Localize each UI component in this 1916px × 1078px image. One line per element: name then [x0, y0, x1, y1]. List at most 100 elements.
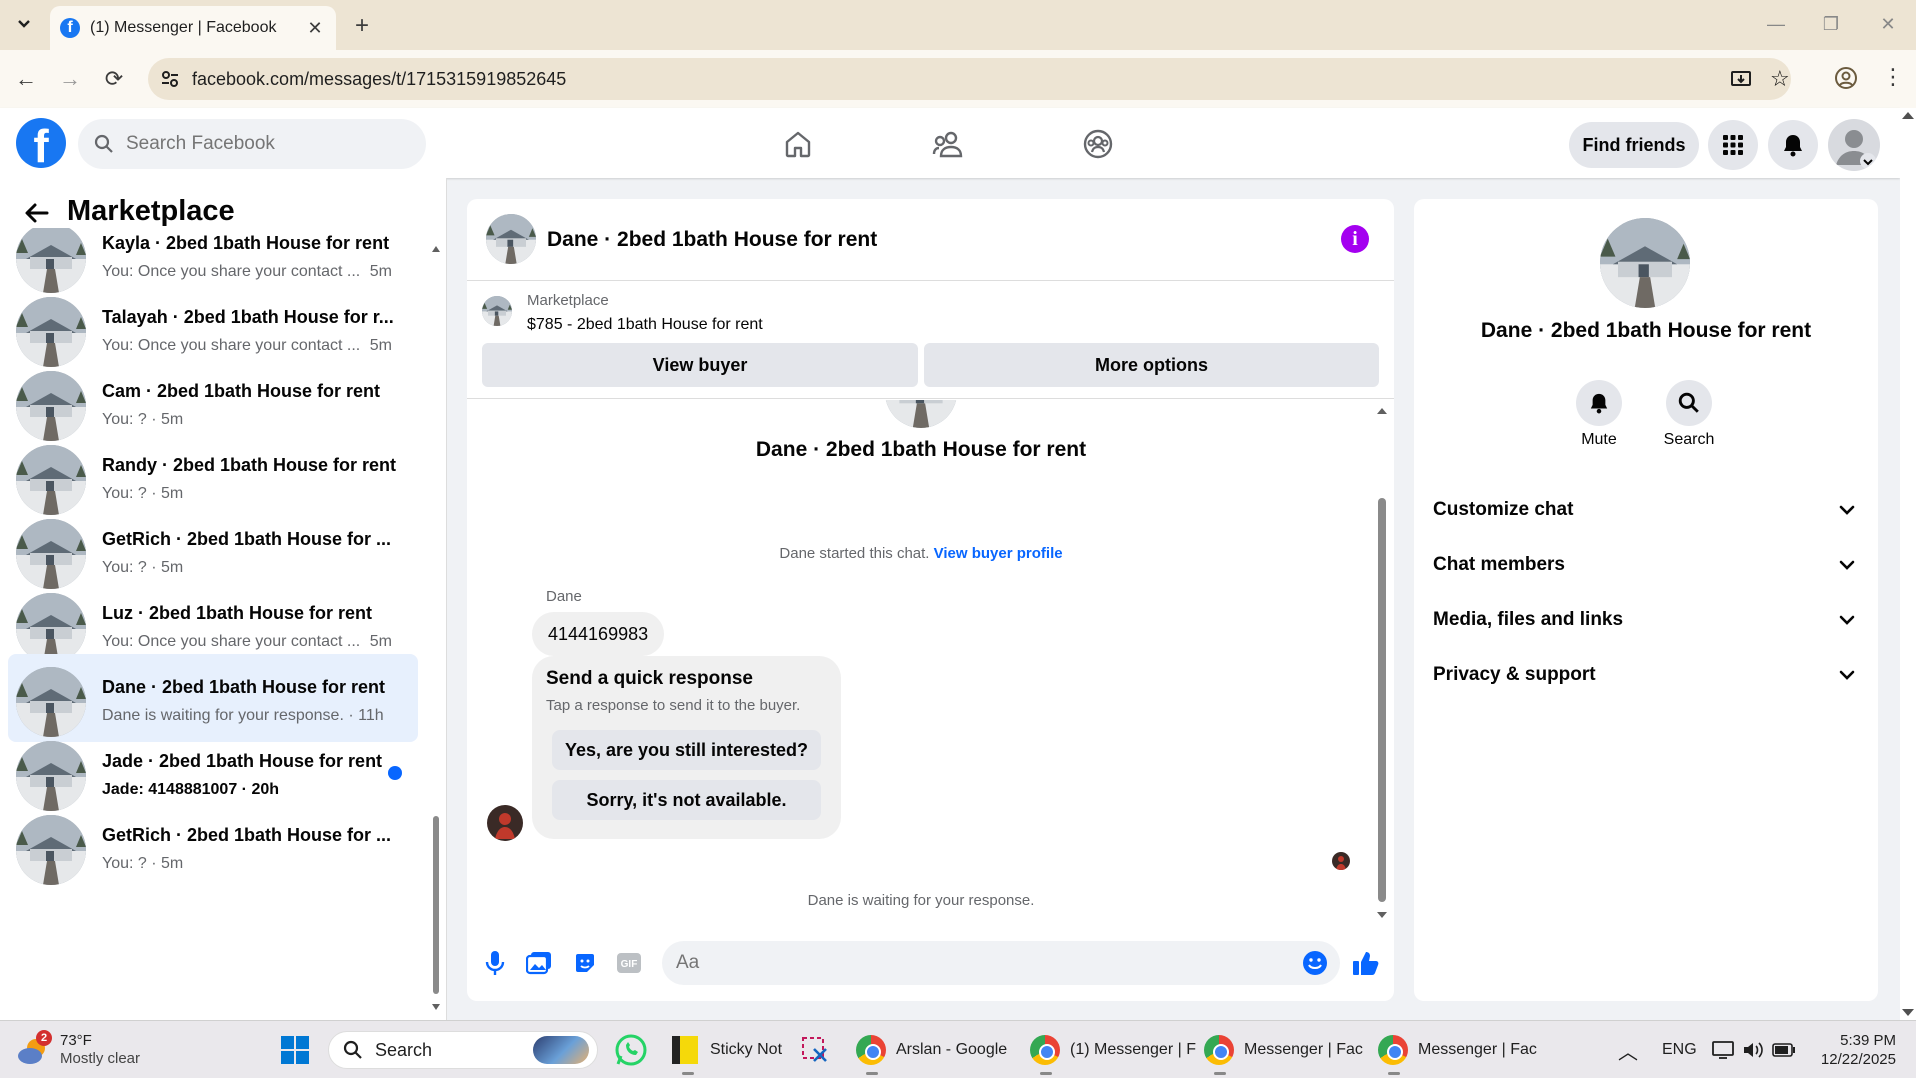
chat-intro-name: Dane · 2bed 1bath House for rent: [755, 438, 1087, 461]
weather-cloud-icon: 2: [16, 1030, 52, 1068]
tab-search-chevron-icon[interactable]: [10, 10, 38, 38]
back-arrow-icon[interactable]: [22, 198, 52, 228]
facebook-logo-icon[interactable]: f: [16, 118, 66, 168]
friends-icon[interactable]: [918, 122, 978, 166]
listing-thumbnail[interactable]: [482, 296, 512, 326]
bookmark-star-icon[interactable]: ☆: [1770, 66, 1790, 92]
weather-widget[interactable]: 2 73°F Mostly clear: [16, 1030, 140, 1070]
notifications-bell-icon[interactable]: [1768, 120, 1818, 170]
chevron-down-icon: [1839, 505, 1855, 515]
page-scrollbar[interactable]: [1900, 108, 1916, 1020]
emoji-icon[interactable]: [1302, 950, 1328, 976]
taskbar-chrome-messenger-1[interactable]: (1) Messenger | F: [1030, 1030, 1196, 1070]
svg-text:GIF: GIF: [621, 959, 638, 970]
house-photo: [885, 400, 957, 428]
message-input[interactable]: [676, 952, 1276, 974]
facebook-search-input[interactable]: [126, 133, 406, 155]
chat-title[interactable]: Dane · 2bed 1bath House for rent: [547, 228, 877, 252]
chrome-menu-icon[interactable]: ⋮: [1882, 64, 1904, 90]
like-thumbs-up-icon[interactable]: [1350, 947, 1382, 979]
quick-response-not-available-button[interactable]: Sorry, it's not available.: [552, 780, 821, 820]
taskbar-search[interactable]: Search: [328, 1031, 598, 1069]
taskbar-app3-label: Messenger | Fac: [1244, 1041, 1363, 1058]
conversation-avatar: [16, 445, 86, 515]
chat-scrollbar[interactable]: [1376, 404, 1388, 920]
chat-info-section[interactable]: Customize chat: [1433, 490, 1861, 530]
home-icon[interactable]: [768, 122, 828, 166]
profile-avatar[interactable]: [1828, 119, 1880, 171]
windows-start-icon[interactable]: [280, 1030, 310, 1070]
chat-info-avatar[interactable]: [1600, 218, 1690, 308]
message-bubble[interactable]: 4144169983: [532, 612, 665, 656]
window-close-icon[interactable]: ✕: [1868, 10, 1908, 38]
chat-avatar[interactable]: [486, 214, 536, 264]
gif-icon[interactable]: GIF: [613, 947, 645, 979]
site-info-icon[interactable]: [160, 69, 180, 89]
address-bar[interactable]: facebook.com/messages/t/1715315919852645…: [148, 58, 1791, 100]
install-app-icon[interactable]: [1730, 68, 1752, 90]
view-buyer-button[interactable]: View buyer: [482, 343, 918, 387]
more-options-button[interactable]: More options: [924, 343, 1379, 387]
taskbar-chrome-messenger-2[interactable]: Messenger | Fac: [1204, 1030, 1363, 1070]
conversation-time: 5m: [369, 633, 392, 650]
find-friends-button[interactable]: Find friends: [1569, 122, 1699, 168]
chrome-icon: [1030, 1035, 1060, 1065]
taskbar-clock[interactable]: 5:39 PM 12/22/2025: [1810, 1030, 1896, 1070]
menu-grid-icon[interactable]: [1708, 120, 1758, 170]
chevron-down-icon: [1839, 615, 1855, 625]
chat-info-section[interactable]: Privacy & support: [1433, 655, 1861, 695]
message-input-box[interactable]: [662, 941, 1340, 985]
photo-attach-icon[interactable]: [523, 947, 555, 979]
quick-settings-icons[interactable]: [1712, 1030, 1796, 1070]
tab-title: (1) Messenger | Facebook: [90, 19, 277, 36]
marketplace-label: Marketplace: [527, 292, 609, 309]
conversation-snippet: You: ? · 5m: [102, 855, 184, 872]
facebook-search-box[interactable]: [78, 119, 426, 169]
browser-tab[interactable]: f (1) Messenger | Facebook ✕: [50, 6, 336, 50]
conversation-name: Jade · 2bed 1bath House for rent: [102, 751, 383, 771]
conversation-snippet: Jade: 4148881007 · 20h: [102, 781, 280, 798]
unread-dot: [388, 766, 402, 780]
search-conversation-icon[interactable]: [1666, 380, 1712, 426]
taskbar-chrome-messenger-3[interactable]: Messenger | Fac: [1378, 1030, 1537, 1070]
minimize-icon[interactable]: —: [1756, 10, 1796, 38]
conversation-snippet: You: Once you share your contact ...: [102, 263, 361, 280]
weather-description: Mostly clear: [60, 1050, 141, 1067]
conversation-avatar: [16, 519, 86, 589]
system-tray-chevron-icon[interactable]: ︿: [1618, 1030, 1638, 1070]
sender-avatar[interactable]: [487, 805, 523, 841]
conversation-avatar: [16, 815, 86, 885]
tab-close-icon[interactable]: ✕: [304, 17, 326, 39]
microphone-icon[interactable]: [479, 947, 511, 979]
chat-info-section[interactable]: Chat members: [1433, 545, 1861, 585]
restore-icon[interactable]: ❐: [1811, 10, 1851, 38]
listing-title[interactable]: $785 - 2bed 1bath House for rent: [527, 316, 763, 334]
quick-response-subtitle: Tap a response to send it to the buyer.: [546, 697, 801, 714]
reload-icon[interactable]: ⟳: [98, 63, 130, 95]
mute-bell-icon[interactable]: [1576, 380, 1622, 426]
new-tab-plus-icon[interactable]: +: [348, 12, 376, 40]
sidebar-scrollbar[interactable]: [431, 240, 441, 1010]
quick-response-interested-button[interactable]: Yes, are you still interested?: [552, 730, 821, 770]
groups-icon[interactable]: [1068, 122, 1128, 166]
view-buyer-profile-link[interactable]: View buyer profile: [934, 545, 1063, 562]
taskbar-sticky-notes[interactable]: Sticky Not: [672, 1030, 782, 1070]
snipping-tool-icon[interactable]: [800, 1030, 830, 1070]
conversation-avatar: [16, 741, 86, 811]
conversation-item[interactable]: GetRich · 2bed 1bath House for ... You: ?…: [8, 802, 418, 890]
weather-badge: 2: [36, 1030, 52, 1046]
conversation-snippet: You: Once you share your contact ...: [102, 337, 361, 354]
language-indicator[interactable]: ENG: [1662, 1030, 1697, 1070]
whatsapp-icon[interactable]: [614, 1030, 648, 1070]
taskbar-chrome-arslan[interactable]: Arslan - Google: [856, 1030, 1007, 1070]
info-icon[interactable]: i: [1341, 225, 1369, 253]
running-indicator: [1214, 1072, 1226, 1075]
chat-info-section[interactable]: Media, files and links: [1433, 600, 1861, 640]
taskbar-app4-label: Messenger | Fac: [1418, 1041, 1537, 1058]
chrome-profile-icon[interactable]: [1834, 66, 1858, 90]
house-photo: [1600, 218, 1690, 308]
sticker-icon[interactable]: [569, 947, 601, 979]
forward-arrow-icon[interactable]: →: [54, 63, 86, 95]
back-arrow-icon[interactable]: ←: [10, 63, 42, 95]
section-label: Customize chat: [1433, 499, 1574, 520]
